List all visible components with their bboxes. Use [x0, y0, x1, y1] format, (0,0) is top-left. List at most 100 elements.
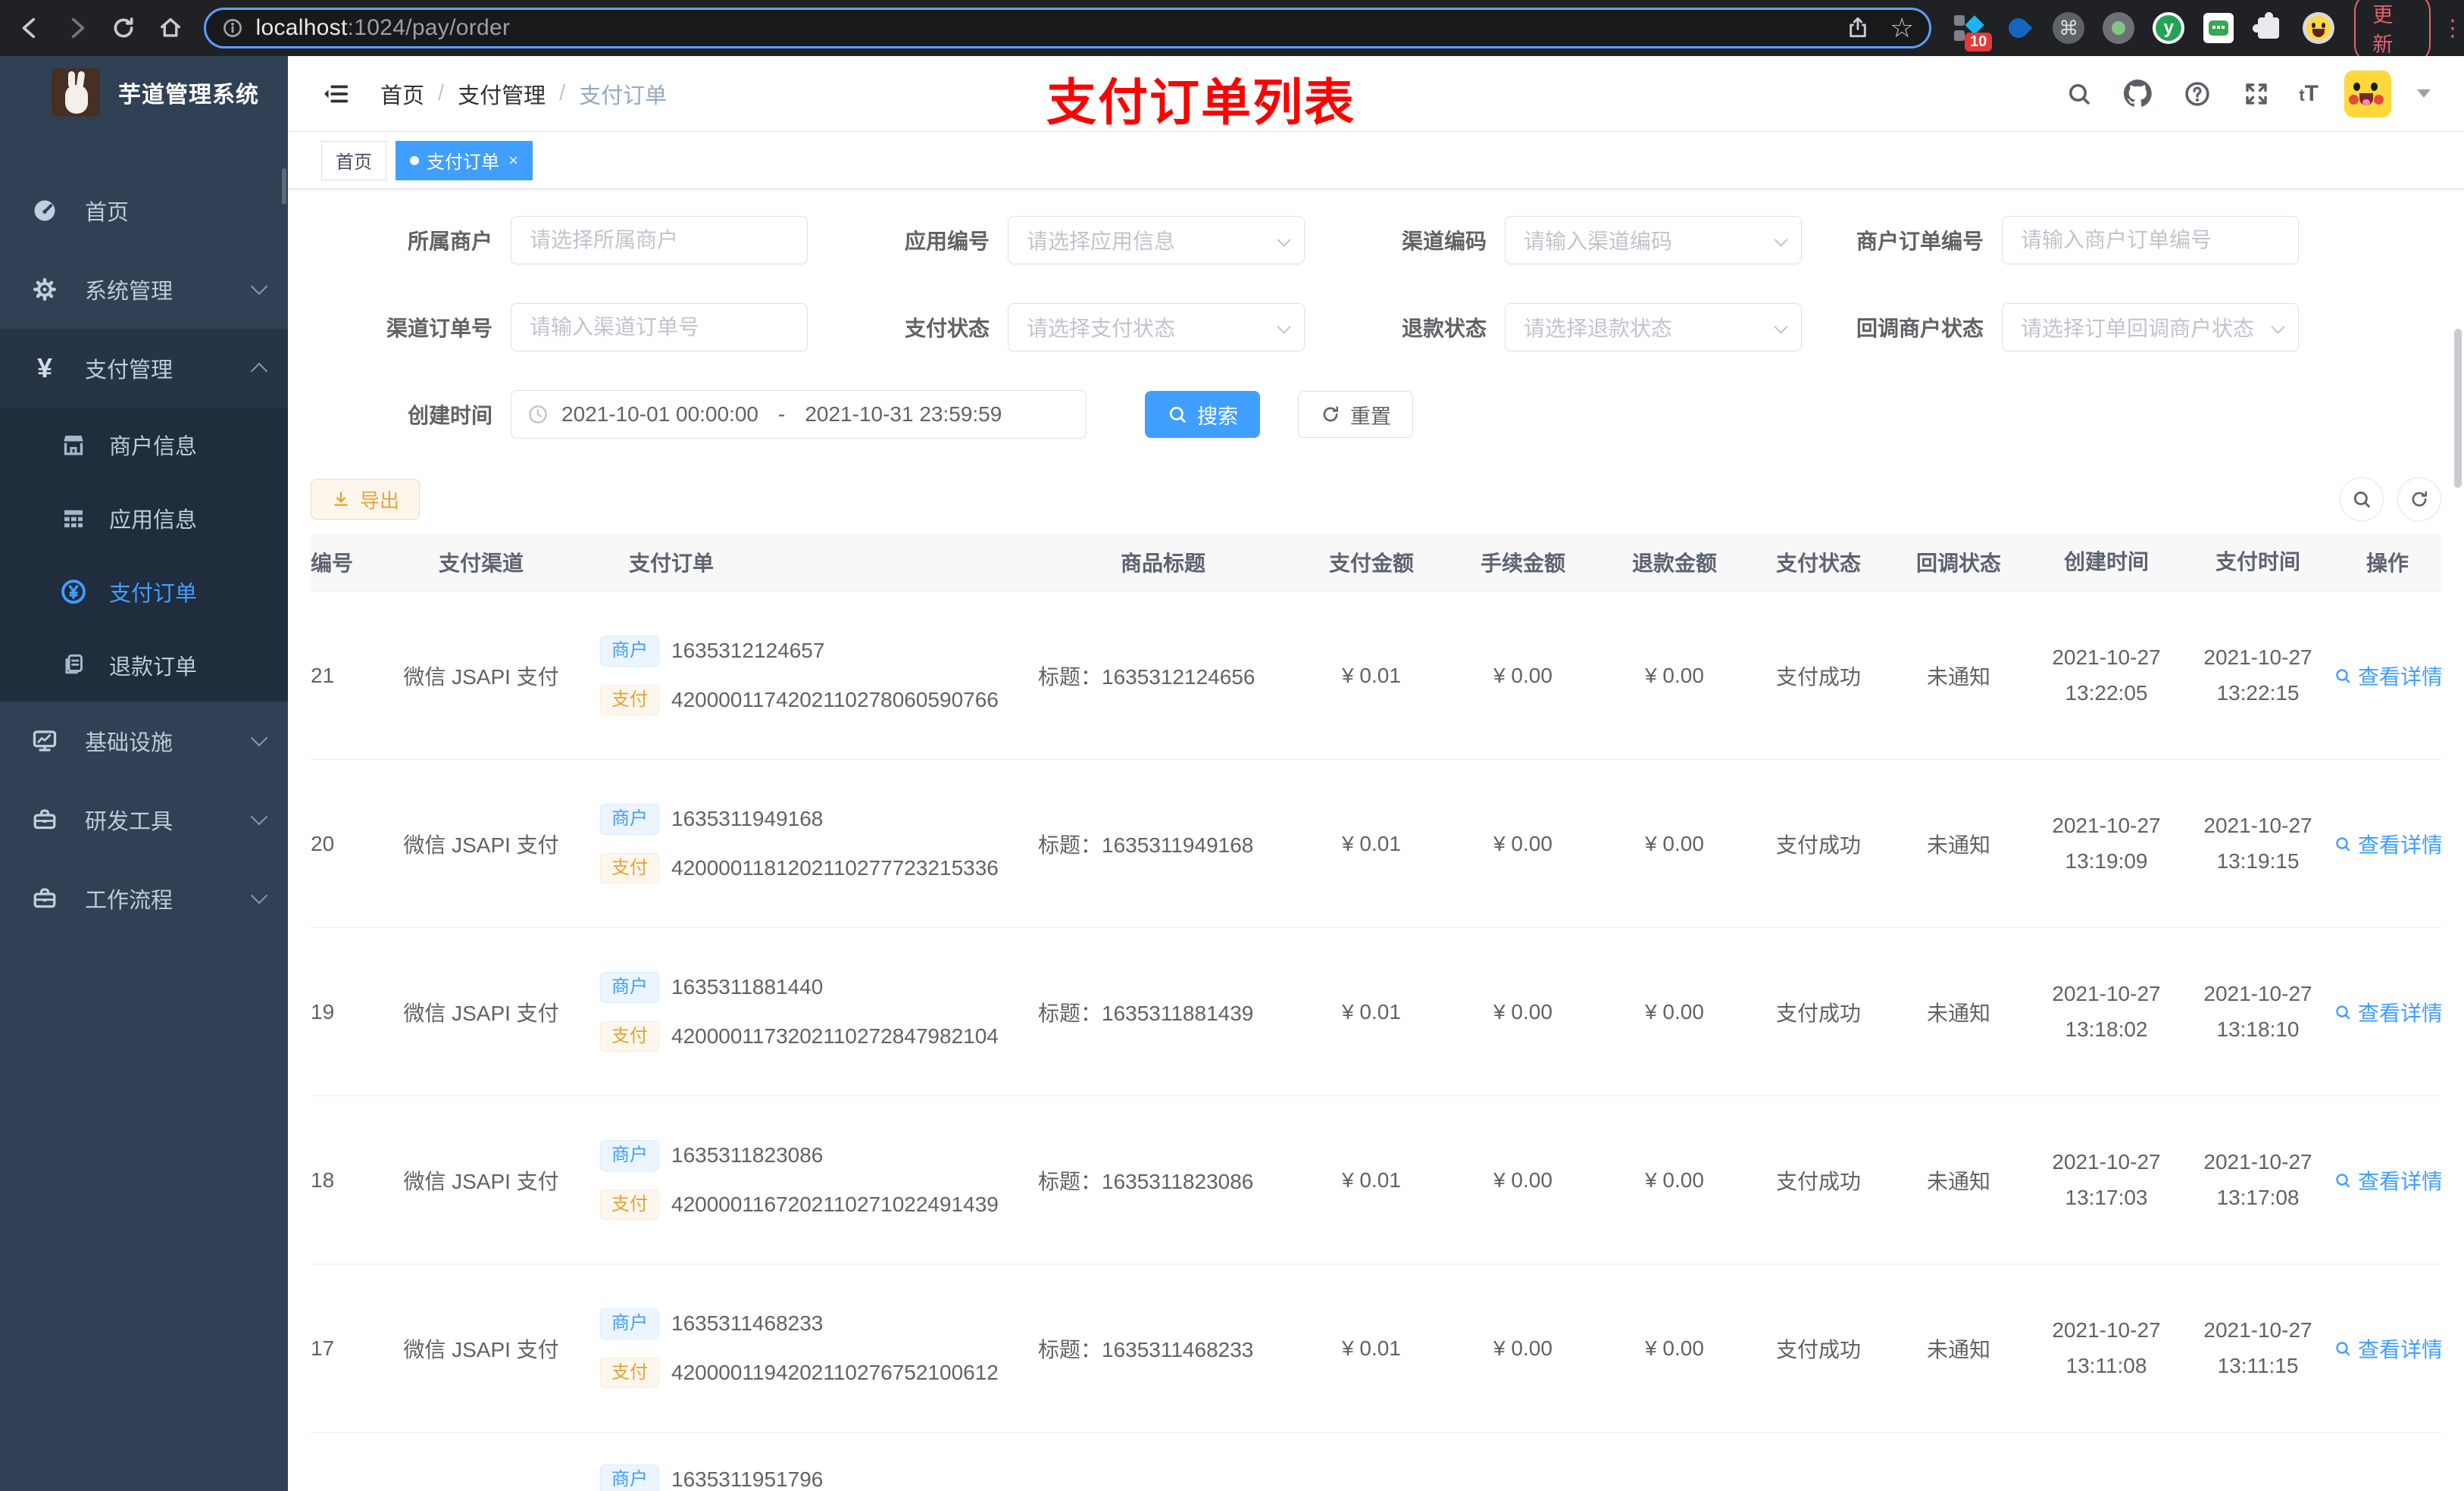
dashboard-icon: [29, 197, 61, 224]
sidebar-item-dev-tools[interactable]: 研发工具: [0, 780, 288, 859]
pay-status-select[interactable]: 请选择支付状态: [1008, 303, 1305, 352]
col-id: 编号: [311, 552, 354, 575]
merchant-order-no-field[interactable]: [2021, 228, 2280, 252]
sidebar-item-label: 首页: [85, 201, 130, 225]
pay-status: 支付成功: [1775, 664, 1861, 689]
merchant-order-no-input[interactable]: [2002, 216, 2299, 264]
chevron-down-icon: [250, 277, 268, 295]
channel-code-select[interactable]: 请输入渠道编码: [1505, 216, 1802, 264]
view-detail-link[interactable]: 查看详情: [2334, 661, 2441, 691]
tab-pay-order[interactable]: 支付订单 ×: [396, 140, 533, 180]
close-icon[interactable]: ×: [508, 151, 518, 170]
avatar[interactable]: [2344, 70, 2391, 117]
order-id: 21: [311, 663, 335, 687]
search-icon[interactable]: [2062, 77, 2096, 111]
table-row: 18 微信 JSAPI 支付 商户 1635311823086 支付 4200001…: [311, 1096, 2441, 1264]
pay-time: 2021-10-27 13:11:15: [2203, 1318, 2312, 1377]
date-start[interactable]: 2021-10-01 00:00:00: [561, 402, 758, 427]
channel-order-no-field[interactable]: [530, 315, 789, 339]
view-detail-link[interactable]: 查看详情: [2334, 997, 2441, 1027]
sidebar-item-home[interactable]: 首页: [0, 171, 288, 250]
extension-y-icon[interactable]: y: [2151, 11, 2186, 45]
browser-reload-icon[interactable]: [107, 11, 140, 45]
fullscreen-icon[interactable]: [2240, 77, 2273, 111]
order-id: 19: [311, 999, 335, 1024]
date-end[interactable]: 2021-10-31 23:59:59: [805, 402, 1002, 427]
refresh-table-button[interactable]: [2397, 477, 2441, 521]
search-button[interactable]: 搜索: [1145, 391, 1260, 438]
browser-back-icon[interactable]: [14, 11, 47, 45]
github-icon[interactable]: [2122, 77, 2155, 111]
sidebar-toggle-icon[interactable]: [321, 80, 350, 108]
table-row: 19 微信 JSAPI 支付 商户 1635311881440 支付 4200001…: [311, 927, 2441, 1096]
chrome-update-button[interactable]: 更新: [2354, 0, 2431, 64]
sidebar-item-pay-order[interactable]: 支付订单: [0, 555, 288, 628]
app-logo-row[interactable]: 芋道管理系统: [0, 56, 288, 129]
refund-status-select[interactable]: 请选择退款状态: [1505, 303, 1802, 352]
app-title: 芋道管理系统: [118, 83, 259, 108]
extensions-puzzle-icon[interactable]: [2251, 11, 2286, 45]
yen-icon: ¥: [36, 352, 53, 383]
table-header: 编号 支付渠道 支付订单 商品标题 支付金额 手续金额 退款金额 支付状态 回调…: [311, 533, 2441, 591]
reset-button[interactable]: 重置: [1298, 391, 1413, 438]
breadcrumb-home[interactable]: 首页: [380, 78, 424, 110]
pay-tag: 支付: [600, 1021, 659, 1052]
browser-menu-icon[interactable]: ⋮: [2441, 17, 2464, 39]
page-scrollbar[interactable]: [2454, 329, 2462, 488]
help-icon[interactable]: [2181, 77, 2214, 111]
merchant-input[interactable]: [511, 216, 808, 264]
refund-status-label: 退款状态: [1401, 317, 1487, 340]
export-button[interactable]: 导出: [311, 479, 421, 520]
pay-status: 支付成功: [1775, 1337, 1861, 1361]
pay-channel: 微信 JSAPI 支付: [403, 833, 559, 857]
channel-order-no: 4200001173202110272847982104: [671, 1024, 999, 1048]
extension-tag-icon[interactable]: 10: [1951, 11, 1993, 52]
sidebar-item-app-info[interactable]: 应用信息: [0, 481, 288, 555]
toggle-search-button[interactable]: [2340, 477, 2384, 521]
view-detail-link[interactable]: 查看详情: [2334, 1165, 2441, 1196]
extension-chat-icon[interactable]: [2201, 11, 2236, 45]
merchant-input-field[interactable]: [530, 228, 789, 252]
url-path: :1024/pay/order: [347, 15, 511, 40]
app-no-select[interactable]: 请选择应用信息: [1008, 216, 1305, 264]
extensions-row: 10 ⌘ y: [1951, 11, 2336, 52]
browser-home-icon[interactable]: [154, 11, 187, 45]
channel-order-no-input[interactable]: [511, 303, 808, 352]
tab-home[interactable]: 首页: [321, 140, 386, 180]
extension-command-icon[interactable]: ⌘: [2051, 11, 2086, 45]
col-action: 操作: [2366, 552, 2409, 575]
merchant-tag: 商户: [600, 803, 659, 835]
tag-square-icon: [1954, 30, 1965, 41]
notify-status: 未通知: [1926, 1169, 1990, 1193]
view-detail-link[interactable]: 查看详情: [2334, 1333, 2441, 1364]
order-id: 20: [311, 831, 335, 855]
create-time-range-picker[interactable]: 2021-10-01 00:00:00 - 2021-10-31 23:59:5…: [511, 390, 1087, 439]
bookmark-star-icon[interactable]: ☆: [1890, 14, 1914, 42]
merchant-tag: 商户: [600, 971, 659, 1003]
sidebar-item-payment[interactable]: ¥ 支付管理: [0, 329, 288, 408]
breadcrumb: 首页 / 支付管理 / 支付订单: [380, 78, 667, 110]
extension-kite-icon[interactable]: [2001, 11, 2036, 45]
view-detail-link[interactable]: 查看详情: [2334, 829, 2441, 859]
notify-status-select[interactable]: 请选择订单回调商户状态: [2002, 303, 2299, 352]
extension-recorder-icon[interactable]: [2101, 11, 2136, 45]
font-size-icon[interactable]: tT: [2299, 81, 2319, 107]
sidebar-item-system[interactable]: 系统管理: [0, 250, 288, 329]
avatar-caret-icon[interactable]: [2417, 89, 2431, 98]
kite-shape: [2004, 14, 2033, 42]
site-info-icon[interactable]: [221, 17, 244, 39]
table-row: 17 微信 JSAPI 支付 商户 1635311468233 支付 4200001…: [311, 1264, 2441, 1432]
sidebar-item-refund-order[interactable]: 退款订单: [0, 628, 288, 702]
sidebar-item-workflow[interactable]: 工作流程: [0, 859, 288, 938]
profile-emoji-icon[interactable]: [2301, 11, 2336, 45]
sidebar-item-infrastructure[interactable]: 基础设施: [0, 702, 288, 780]
address-bar[interactable]: localhost:1024/pay/order ☆: [203, 8, 1932, 48]
share-icon[interactable]: [1846, 16, 1870, 40]
col-title: 商品标题: [1120, 552, 1205, 575]
fee-amount: ¥ 0.00: [1493, 831, 1553, 855]
sidebar-item-merchant-info[interactable]: 商户信息: [0, 408, 288, 481]
filter-row-3: 创建时间 2021-10-01 00:00:00 - 2021-10-31 23…: [311, 390, 2441, 439]
sidebar-item-label: 支付订单: [109, 581, 198, 606]
tag-diamond-icon: [1965, 15, 1984, 35]
browser-forward-icon[interactable]: [61, 11, 94, 45]
